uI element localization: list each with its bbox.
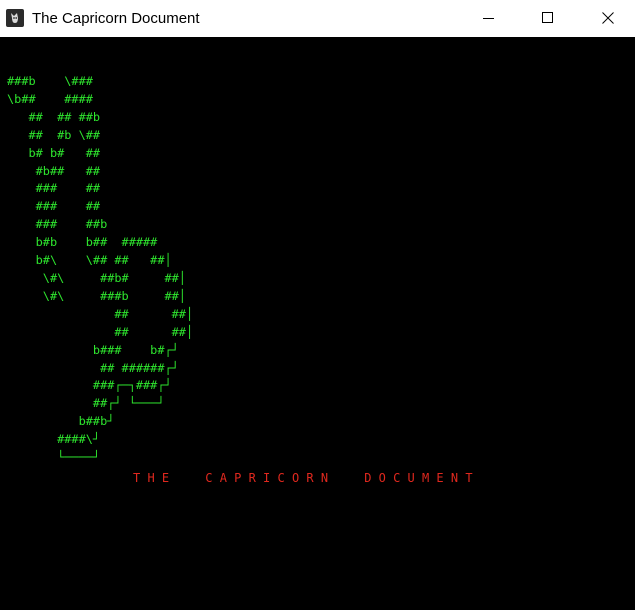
app-icon[interactable]: [6, 9, 24, 27]
console-output-area[interactable]: ###b \### \b## #### ## ## ##b ## #b \## …: [0, 37, 635, 610]
close-button[interactable]: [585, 0, 631, 37]
title-bar[interactable]: The Capricorn Document: [0, 0, 635, 37]
maximize-button[interactable]: [525, 0, 571, 37]
minimize-button[interactable]: [466, 0, 512, 37]
window-title: The Capricorn Document: [32, 10, 200, 27]
document-heading: T H E C A P R I C O R N D O C U M E N T: [133, 471, 473, 485]
ascii-art-capricorn: ###b \### \b## #### ## ## ##b ## #b \## …: [7, 74, 194, 465]
maximize-icon: [542, 12, 553, 23]
minimize-icon: [483, 18, 494, 19]
close-icon: [602, 12, 614, 24]
